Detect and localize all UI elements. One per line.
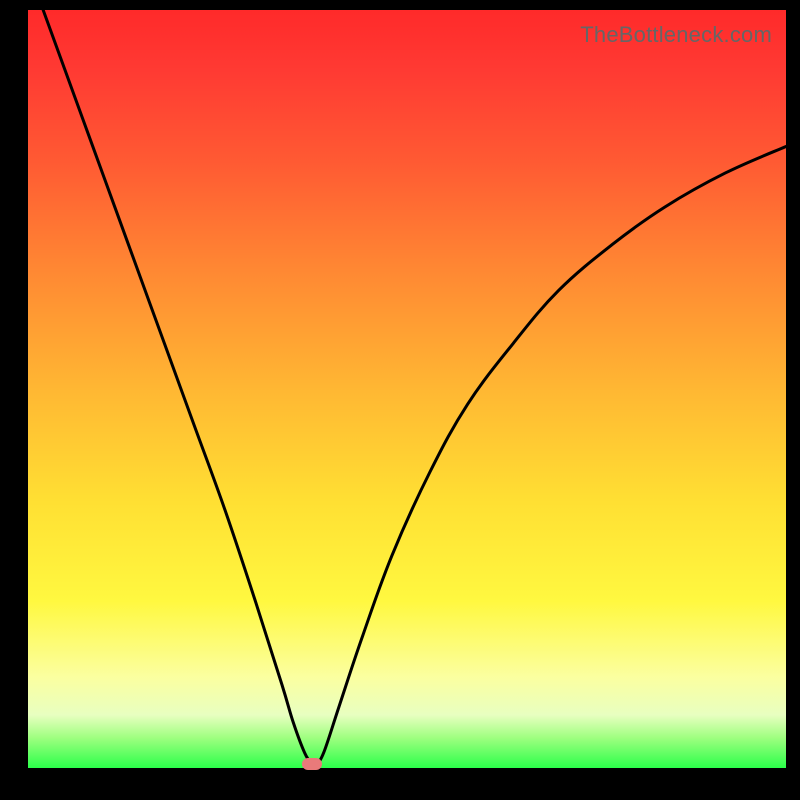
- curve-svg: [28, 10, 786, 768]
- bottleneck-curve: [43, 10, 786, 766]
- watermark-text: TheBottleneck.com: [580, 22, 772, 48]
- plot-area: TheBottleneck.com: [28, 10, 786, 768]
- chart-container: TheBottleneck.com: [0, 0, 800, 800]
- optimum-marker: [302, 758, 322, 770]
